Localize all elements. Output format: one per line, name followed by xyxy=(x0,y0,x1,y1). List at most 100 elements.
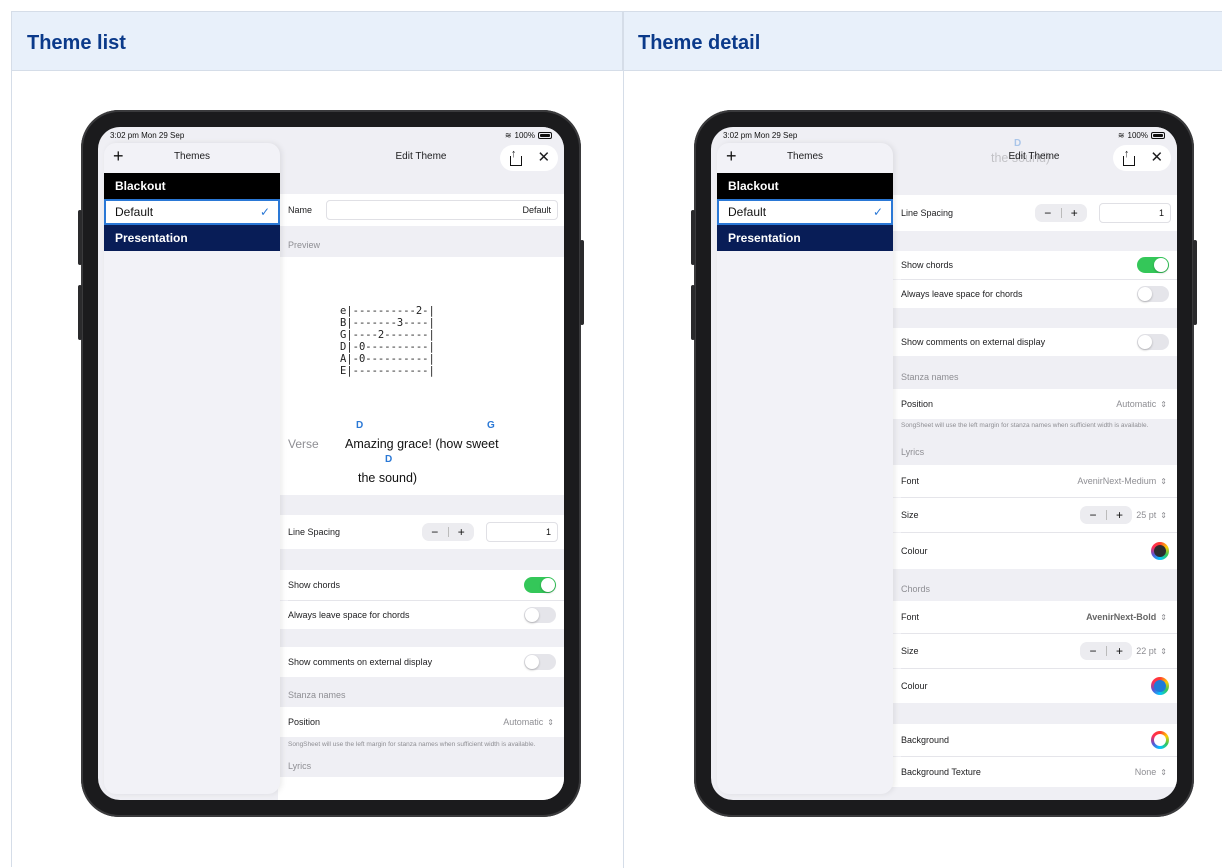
minus-button[interactable]: − xyxy=(1035,206,1061,220)
name-field[interactable]: Default xyxy=(326,200,558,220)
volume-up-button xyxy=(691,210,695,265)
nav-bar: Edit Theme ✕ xyxy=(891,143,1177,173)
plus-button[interactable]: + xyxy=(1062,206,1088,220)
always-space-label: Always leave space for chords xyxy=(288,610,410,620)
tab-line: D|-0----------| xyxy=(340,341,435,353)
ipad-screen: 3:02 pm Mon 29 Sep ≋100% Edit Theme ✕ Na… xyxy=(98,127,564,800)
line-spacing-stepper[interactable]: − + xyxy=(1035,204,1087,222)
chords-size-stepper[interactable]: − + xyxy=(1080,642,1133,660)
theme-list-heading: Theme list xyxy=(27,32,126,54)
column-divider xyxy=(623,12,624,868)
line-spacing-input[interactable]: 1 xyxy=(1099,203,1171,223)
plus-button[interactable]: + xyxy=(1107,644,1133,658)
status-bar: 3:02 pm Mon 29 Sep ≋ 100% xyxy=(98,127,564,143)
show-chords-label: Show chords xyxy=(288,580,341,590)
stanza-names-header: Stanza names xyxy=(288,690,346,700)
theme-item-default[interactable]: Default ✓ xyxy=(104,199,280,225)
background-row: Background xyxy=(891,724,1177,756)
lyrics-size-value[interactable]: 25 pt xyxy=(1136,510,1156,520)
always-space-toggle[interactable] xyxy=(1137,286,1169,302)
position-row[interactable]: Position Automatic ⇕ xyxy=(278,707,564,737)
lyrics-colour-label: Colour xyxy=(901,546,928,556)
position-label: Position xyxy=(901,399,934,409)
minus-button[interactable]: − xyxy=(1080,508,1106,522)
chords-colour-well[interactable] xyxy=(1151,677,1169,695)
show-chords-row: Show chords xyxy=(891,251,1177,279)
chords-colour-label: Colour xyxy=(901,681,928,691)
plus-button[interactable]: + xyxy=(1107,508,1133,522)
battery-icon xyxy=(538,132,552,139)
share-icon[interactable] xyxy=(1121,148,1135,166)
line-spacing-input[interactable]: 1 xyxy=(486,522,558,542)
background-colour-well[interactable] xyxy=(1151,731,1169,749)
status-time: 3:02 pm Mon 29 Sep xyxy=(110,131,185,140)
line-spacing-row: Line Spacing − + 1 xyxy=(891,195,1177,231)
chords-size-value[interactable]: 22 pt xyxy=(1136,646,1156,656)
show-comments-row: Show comments on external display xyxy=(278,647,564,677)
close-icon[interactable]: ✕ xyxy=(1151,150,1164,165)
theme-preview: e|----------2-| B|-------3----| G|----2-… xyxy=(278,257,564,495)
ipad-screen: 3:02 pm Mon 29 Sep ≋ 100% D the sound) Ed… xyxy=(711,127,1177,800)
always-space-row: Always leave space for chords xyxy=(278,601,564,629)
theme-item-presentation[interactable]: Presentation xyxy=(104,225,280,251)
share-icon[interactable] xyxy=(508,148,522,166)
show-chords-toggle[interactable] xyxy=(524,577,556,593)
position-label: Position xyxy=(288,717,321,727)
theme-item-blackout[interactable]: Blackout xyxy=(717,173,893,199)
show-chords-label: Show chords xyxy=(901,260,954,270)
ipad-theme-detail: 3:02 pm Mon 29 Sep ≋ 100% D the sound) Ed… xyxy=(691,110,1197,817)
lyrics-font-label: Font xyxy=(901,476,920,486)
sidebar-title: Themes xyxy=(786,151,824,162)
chords-header: Chords xyxy=(901,584,931,594)
line-spacing-label: Line Spacing xyxy=(901,208,954,218)
line-spacing-stepper[interactable]: − + xyxy=(422,523,474,541)
theme-list-header: Theme list xyxy=(12,12,623,71)
plus-button[interactable]: + xyxy=(449,525,475,539)
minus-button[interactable]: − xyxy=(422,525,448,539)
show-comments-toggle[interactable] xyxy=(524,654,556,670)
tab-line: E|------------| xyxy=(340,365,435,377)
background-texture-value: None xyxy=(1134,767,1157,777)
updown-chevron-icon: ⇕ xyxy=(1160,510,1167,520)
volume-down-button xyxy=(691,285,695,340)
theme-detail-header: Theme detail xyxy=(623,12,1222,71)
theme-item-blackout[interactable]: Blackout xyxy=(104,173,280,199)
edit-theme-panel: Edit Theme ✕ Name Default Preview e|----… xyxy=(278,127,564,800)
lyric-line: Amazing grace! (how sweet xyxy=(345,437,499,451)
background-texture-row[interactable]: Background Texture None ⇕ xyxy=(891,757,1177,787)
line-spacing-label: Line Spacing xyxy=(288,527,341,537)
chords-font-row[interactable]: Font AvenirNext-Bold ⇕ xyxy=(891,601,1177,633)
close-icon[interactable]: ✕ xyxy=(538,150,551,165)
lyrics-size-stepper[interactable]: − + xyxy=(1080,506,1133,524)
name-label: Name xyxy=(288,205,313,215)
always-space-toggle[interactable] xyxy=(524,607,556,623)
show-comments-label: Show comments on external display xyxy=(901,337,1046,347)
show-comments-toggle[interactable] xyxy=(1137,334,1169,350)
theme-item-presentation[interactable]: Presentation xyxy=(717,225,893,251)
lyrics-font-row[interactable]: Font AvenirNext-Medium ⇕ xyxy=(891,465,1177,497)
battery-percent: 100% xyxy=(1127,131,1148,140)
position-value: Automatic xyxy=(503,717,544,727)
lyrics-colour-well[interactable] xyxy=(1151,542,1169,560)
show-chords-toggle[interactable] xyxy=(1137,257,1169,273)
theme-detail-heading: Theme detail xyxy=(638,32,761,54)
sidebar-title: Themes xyxy=(173,151,211,162)
chords-font-label: Font xyxy=(901,612,920,622)
position-row[interactable]: Position Automatic ⇕ xyxy=(891,389,1177,419)
checkmark-icon: ✓ xyxy=(872,205,883,219)
battery-icon xyxy=(1151,132,1165,139)
wifi-icon: ≋ xyxy=(504,131,512,140)
theme-item-label: Default xyxy=(728,205,767,219)
always-space-label: Always leave space for chords xyxy=(901,289,1023,299)
minus-button[interactable]: − xyxy=(1080,644,1106,658)
chords-size-label: Size xyxy=(901,646,919,656)
ipad-theme-list: 3:02 pm Mon 29 Sep ≋100% Edit Theme ✕ Na… xyxy=(78,110,584,817)
status-bar: 3:02 pm Mon 29 Sep ≋ 100% xyxy=(711,127,1177,143)
status-time: 3:02 pm Mon 29 Sep xyxy=(723,131,798,140)
lyrics-header: Lyrics xyxy=(288,761,312,771)
preview-label: Preview xyxy=(288,240,321,250)
chords-size-row: Size − +22 pt ⇕ xyxy=(891,634,1177,668)
lyrics-colour-row: Colour xyxy=(891,533,1177,569)
lyrics-size-row: Size − +25 pt ⇕ xyxy=(891,498,1177,532)
theme-item-default[interactable]: Default ✓ xyxy=(717,199,893,225)
